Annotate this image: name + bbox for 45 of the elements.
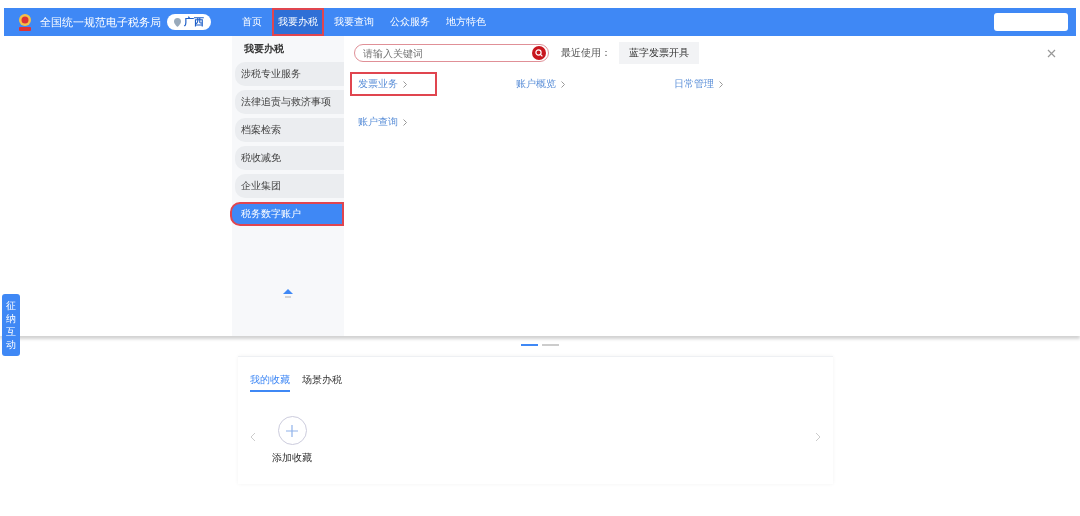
search-icon[interactable] [532, 46, 546, 60]
scroll-up-icon[interactable] [282, 288, 294, 300]
menu-item[interactable]: 法律追责与救济事项 [235, 90, 344, 114]
nav-tab[interactable]: 公众服务 [384, 8, 436, 36]
link-label: 账户概览 [516, 77, 556, 91]
menu-item[interactable]: 涉税专业服务 [235, 62, 344, 86]
region-name: 广西 [184, 15, 204, 29]
site-title: 全国统一规范电子税务局 [40, 14, 161, 30]
emblem-icon [16, 12, 34, 32]
nav-tab[interactable]: 我要查询 [328, 8, 380, 36]
chevron-right-icon [561, 80, 565, 88]
chevron-right-icon[interactable] [815, 431, 821, 442]
nav-tab[interactable]: 地方特色 [440, 8, 492, 36]
link-label: 日常管理 [674, 77, 714, 91]
nav-tab[interactable]: 首页 [236, 8, 268, 36]
menu-item[interactable]: 企业集团 [235, 174, 344, 198]
add-label: 添加收藏 [272, 451, 312, 465]
chevron-left-icon[interactable] [250, 431, 256, 442]
category-link[interactable]: 账户查询 [350, 110, 415, 134]
link-label: 账户查询 [358, 115, 398, 129]
favorites-tab[interactable]: 我的收藏 [250, 373, 290, 392]
chevron-right-icon [403, 118, 407, 126]
menu-item[interactable]: 税收减免 [235, 146, 344, 170]
category-link[interactable]: 日常管理 [666, 72, 731, 96]
region-selector[interactable]: 广西 [167, 14, 211, 30]
recent-chip[interactable]: 蓝字发票开具 [619, 42, 699, 64]
search-field[interactable]: 请输入关键词 [354, 44, 549, 62]
category-link[interactable]: 账户概览 [508, 72, 573, 96]
menu-item[interactable]: 档案检索 [235, 118, 344, 142]
recent-label: 最近使用： [561, 46, 611, 60]
nav-tab[interactable]: 我要办税 [272, 8, 324, 36]
login-box[interactable] [994, 13, 1068, 31]
link-label: 发票业务 [358, 77, 398, 91]
location-pin-icon [174, 17, 181, 27]
plus-icon [286, 424, 298, 437]
category-link[interactable]: 发票业务 [350, 72, 437, 96]
favorites-tab[interactable]: 场景办税 [302, 373, 342, 392]
menu-heading: 我要办税 [243, 42, 285, 56]
carousel-indicator[interactable] [542, 344, 559, 346]
menu-item[interactable]: 税务数字账户 [230, 202, 344, 226]
side-tab[interactable]: 征纳互动 [2, 294, 20, 356]
chevron-right-icon [719, 80, 723, 88]
chevron-right-icon [403, 80, 407, 88]
close-icon[interactable] [1047, 48, 1056, 58]
carousel-indicator[interactable] [521, 344, 538, 346]
